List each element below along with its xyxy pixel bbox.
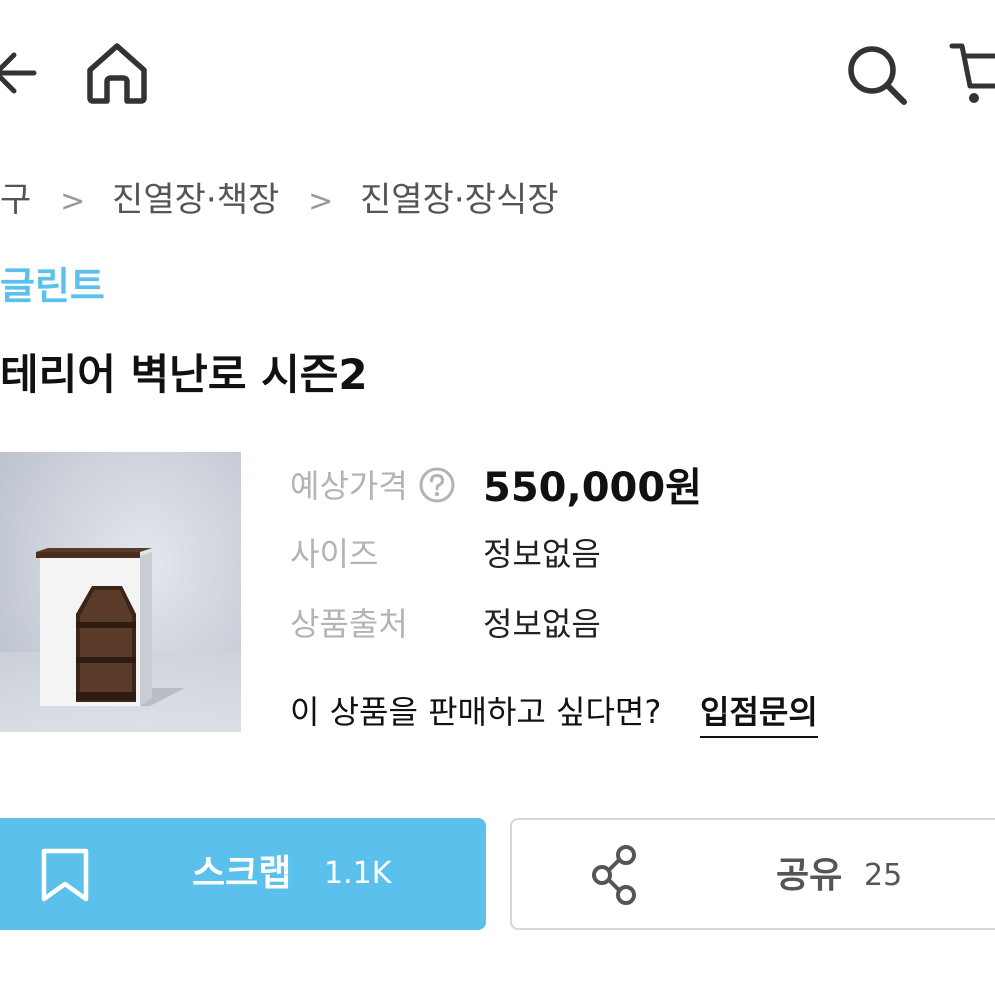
home-icon xyxy=(87,43,147,104)
scrap-button[interactable]: 스크랩 1.1K xyxy=(0,818,486,930)
scrap-count: 1.1K xyxy=(324,856,392,891)
seller-inquiry-link[interactable]: 입점문의 xyxy=(700,690,818,738)
origin-label: 상품출처 xyxy=(290,605,408,643)
share-button[interactable]: 공유 25 xyxy=(510,818,995,930)
product-title: 테리어 벽난로 시즌2 xyxy=(0,350,368,399)
brand-link[interactable]: 글린트 xyxy=(0,260,105,312)
breadcrumb-item[interactable]: 진열장·장식장 xyxy=(360,180,559,220)
share-icon xyxy=(592,845,636,905)
back-arrow-icon xyxy=(0,52,37,94)
share-count: 25 xyxy=(864,858,903,893)
fireplace-shelf-image xyxy=(0,452,241,732)
bookmark-icon xyxy=(41,848,89,902)
cart-button[interactable] xyxy=(948,38,995,108)
scrap-label: 스크랩 xyxy=(192,853,292,894)
home-button[interactable] xyxy=(82,38,152,108)
share-label: 공유 xyxy=(776,855,843,896)
chevron-right-icon: > xyxy=(60,184,86,219)
cart-icon xyxy=(949,43,995,103)
breadcrumb: 구 > 진열장·책장 > 진열장·장식장 xyxy=(0,176,559,224)
origin-value: 정보없음 xyxy=(483,605,601,643)
size-value: 정보없음 xyxy=(483,535,601,573)
breadcrumb-item[interactable]: 진열장·책장 xyxy=(112,180,279,220)
search-icon xyxy=(848,46,907,105)
size-label: 사이즈 xyxy=(290,535,379,573)
search-button[interactable] xyxy=(842,40,912,110)
sell-question: 이 상품을 판매하고 싶다면? xyxy=(290,693,662,731)
back-button[interactable] xyxy=(0,38,40,108)
price-label: 예상가격 xyxy=(290,467,408,505)
question-circle-icon[interactable] xyxy=(418,466,456,504)
chevron-right-icon: > xyxy=(308,184,334,219)
price-value: 550,000원 xyxy=(483,465,702,511)
product-image[interactable] xyxy=(0,452,241,732)
breadcrumb-item[interactable]: 구 xyxy=(0,180,31,220)
